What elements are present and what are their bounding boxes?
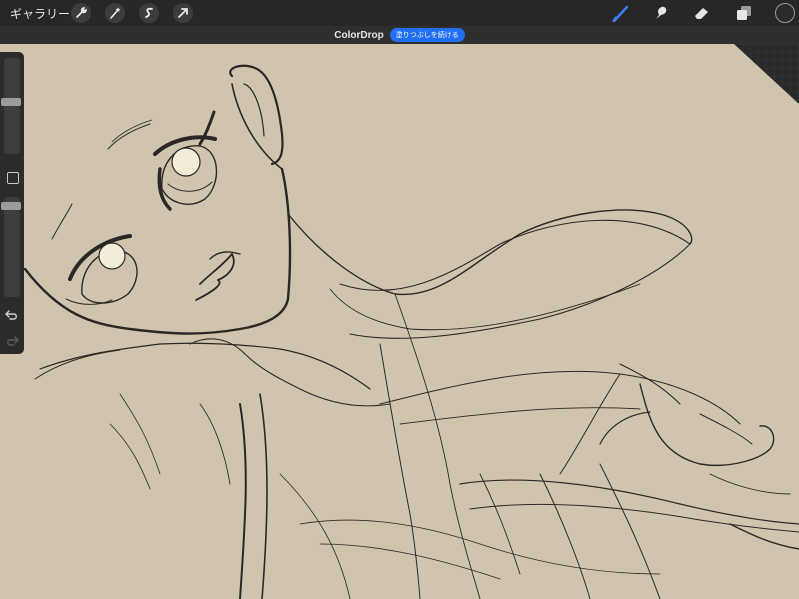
- layers-icon[interactable]: [735, 4, 753, 22]
- colordrop-label: ColorDrop: [334, 29, 384, 41]
- colordrop-bar: ColorDrop 塗りつぶしを続ける: [0, 26, 799, 44]
- color-picker-dot[interactable]: [775, 3, 795, 23]
- adjustments-button[interactable]: [105, 3, 125, 23]
- top-toolbar: ギャラリー: [0, 0, 799, 26]
- magic-wand-icon: [110, 7, 121, 19]
- continue-fill-button[interactable]: 塗りつぶしを続ける: [389, 28, 465, 42]
- eraser-icon[interactable]: [693, 4, 711, 22]
- transform-arrow-icon: [178, 8, 188, 18]
- actions-button[interactable]: [71, 3, 91, 23]
- selection-button[interactable]: [139, 3, 159, 23]
- sketch-body: [34, 209, 799, 599]
- wrench-icon: [76, 7, 87, 18]
- drawing-canvas[interactable]: [0, 44, 799, 599]
- smudge-icon[interactable]: [652, 4, 670, 22]
- transform-button[interactable]: [173, 3, 193, 23]
- selection-icon: [145, 7, 153, 18]
- brush-icon[interactable]: [612, 4, 630, 22]
- gallery-button[interactable]: ギャラリー: [10, 5, 70, 22]
- sketch-face: [23, 64, 292, 335]
